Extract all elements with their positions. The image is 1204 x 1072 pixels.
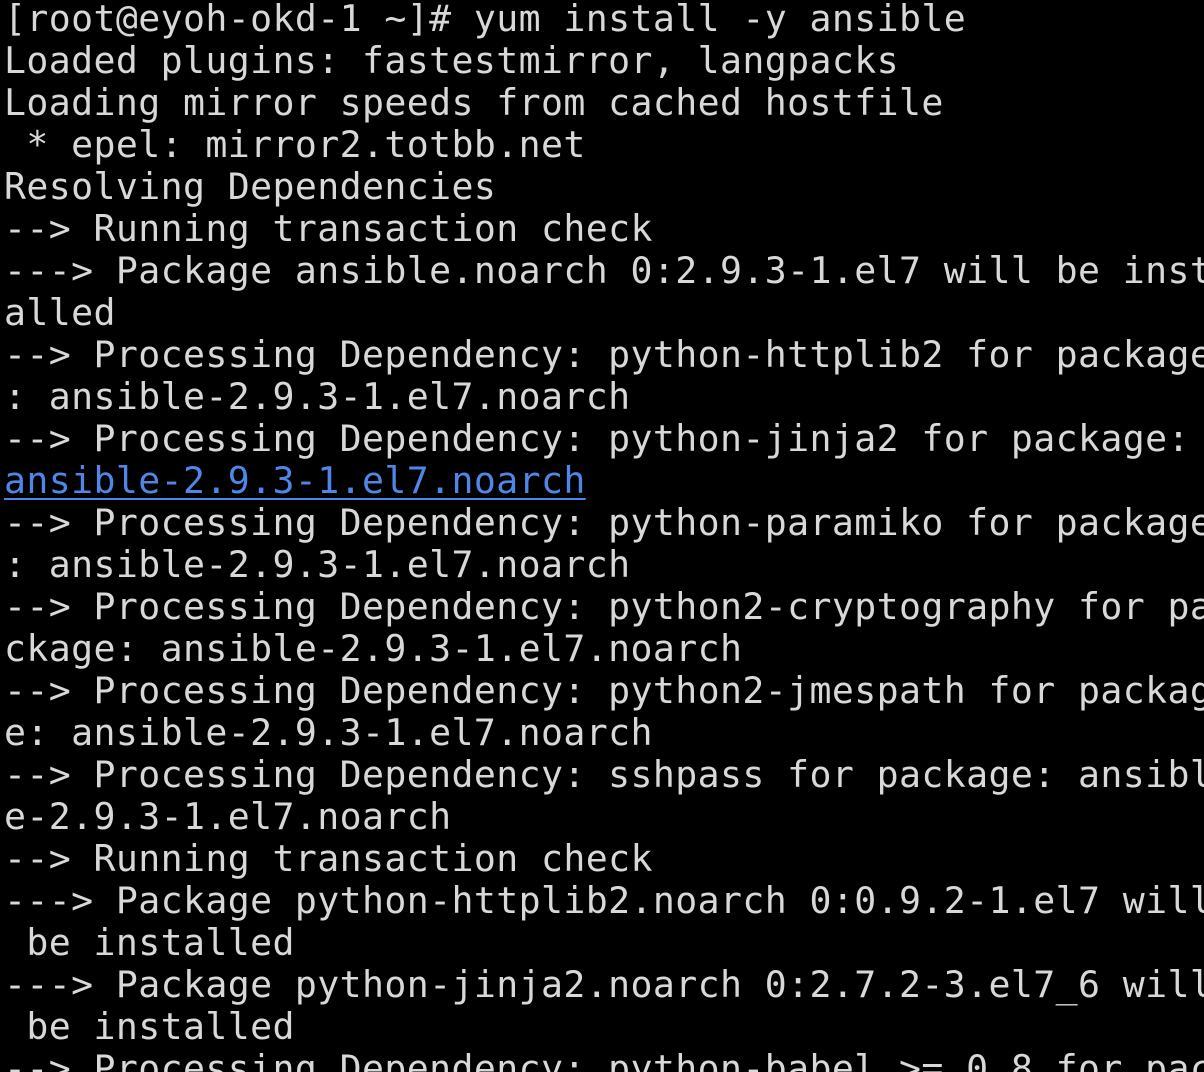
terminal-line: : ansible-2.9.3-1.el7.noarch xyxy=(4,375,631,418)
terminal-line: be installed xyxy=(4,921,295,964)
terminal-line: --> Processing Dependency: python-parami… xyxy=(4,501,1204,544)
terminal-line: ---> Package ansible.noarch 0:2.9.3-1.el… xyxy=(4,249,1204,292)
terminal-line: ckage: ansible-2.9.3-1.el7.noarch xyxy=(4,627,743,670)
terminal-line: e-2.9.3-1.el7.noarch xyxy=(4,795,452,838)
terminal-line-prompt: [root@eyoh-okd-1 ~]# yum install -y ansi… xyxy=(4,0,967,40)
terminal-line: --> Processing Dependency: sshpass for p… xyxy=(4,753,1204,796)
terminal-window[interactable]: [root@eyoh-okd-1 ~]# yum install -y ansi… xyxy=(0,0,1204,1072)
terminal-line: --> Processing Dependency: python-jinja2… xyxy=(4,417,1190,460)
terminal-line: --> Processing Dependency: python2-crypt… xyxy=(4,585,1204,628)
terminal-line: --> Running transaction check xyxy=(4,207,653,250)
terminal-line: --> Running transaction check xyxy=(4,837,653,880)
terminal-line: Loading mirror speeds from cached hostfi… xyxy=(4,81,944,124)
terminal-line: be installed xyxy=(4,1005,295,1048)
terminal-line: * epel: mirror2.totbb.net xyxy=(4,123,586,166)
terminal-line: alled xyxy=(4,291,116,334)
terminal-line-link: ansible-2.9.3-1.el7.noarch xyxy=(4,460,1204,502)
terminal-line: : ansible-2.9.3-1.el7.noarch xyxy=(4,543,631,586)
terminal-line: e: ansible-2.9.3-1.el7.noarch xyxy=(4,711,653,754)
terminal-line: --> Processing Dependency: python-httpli… xyxy=(4,333,1204,376)
terminal-line: ---> Package python-jinja2.noarch 0:2.7.… xyxy=(4,963,1204,1006)
terminal-line: --> Processing Dependency: python-babel … xyxy=(4,1047,1204,1072)
package-link[interactable]: ansible-2.9.3-1.el7.noarch xyxy=(4,459,586,502)
terminal-line: Loaded plugins: fastestmirror, langpacks xyxy=(4,39,899,82)
terminal-line: --> Processing Dependency: python2-jmesp… xyxy=(4,669,1204,712)
terminal-line: ---> Package python-httplib2.noarch 0:0.… xyxy=(4,879,1204,922)
terminal-line: Resolving Dependencies xyxy=(4,165,497,208)
terminal-output: [root@eyoh-okd-1 ~]# yum install -y ansi… xyxy=(4,0,1204,1072)
